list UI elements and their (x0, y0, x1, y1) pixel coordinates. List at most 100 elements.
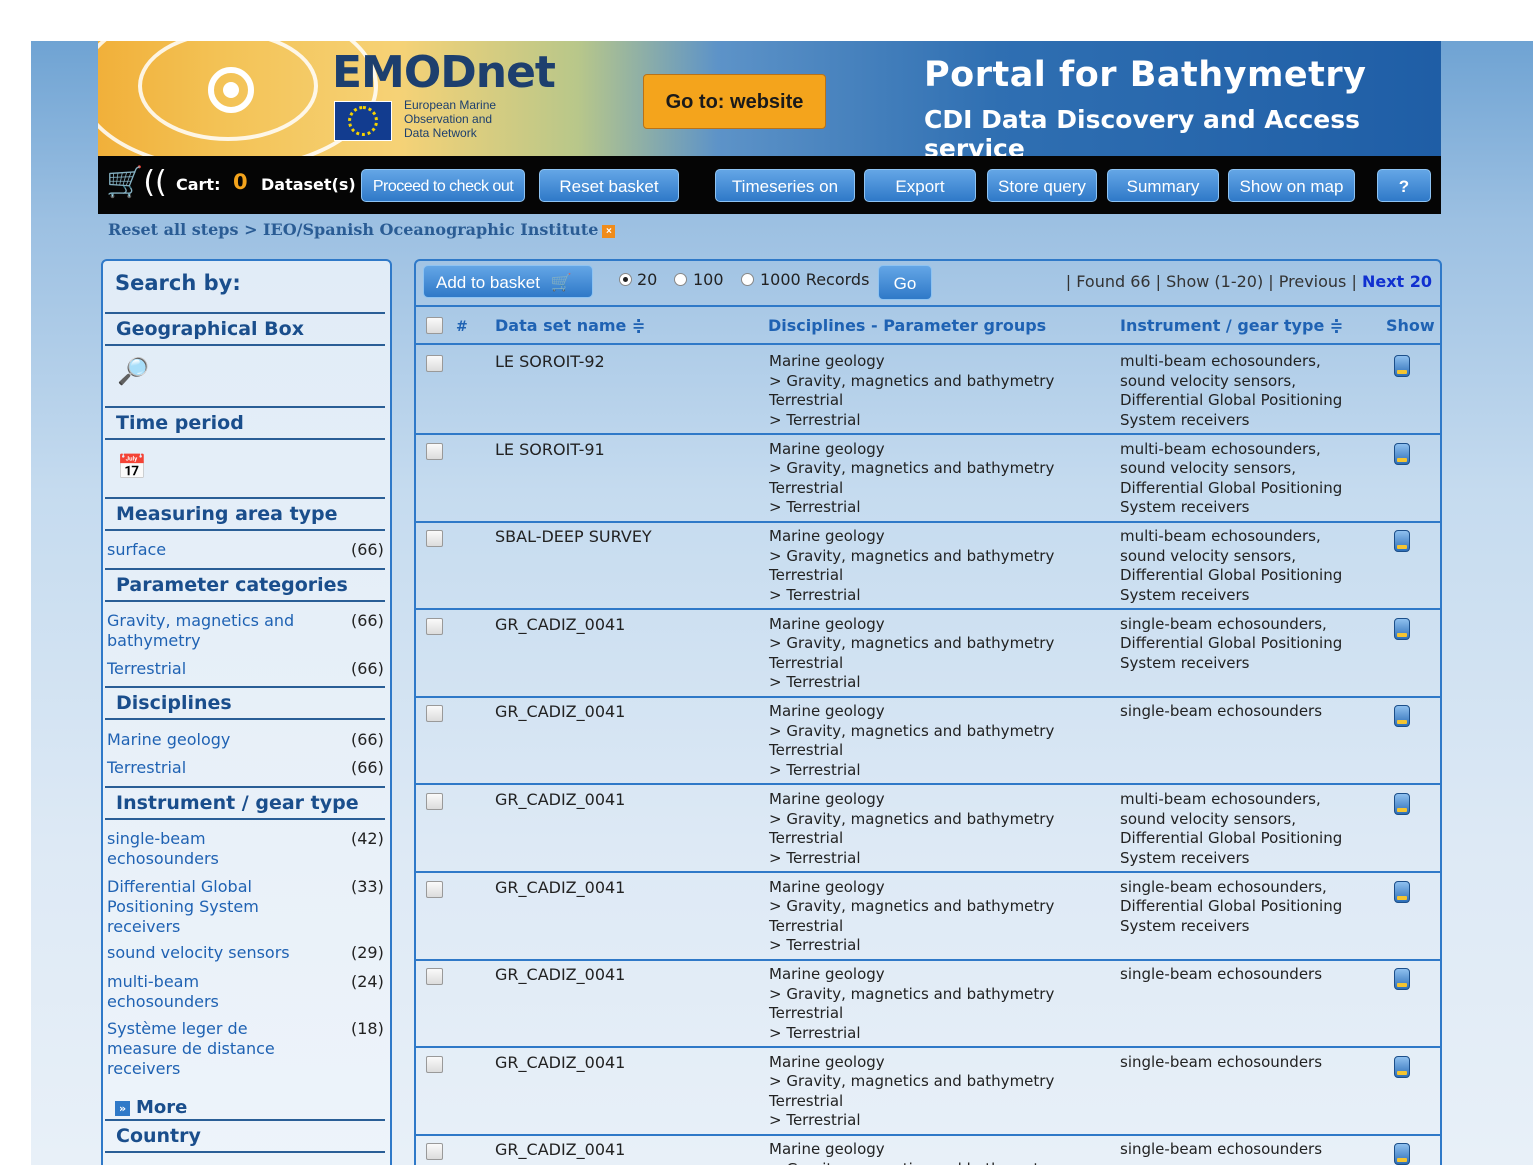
globe-search-icon[interactable]: 🔎 (117, 357, 149, 387)
proceed-checkout-button[interactable]: Proceed to check out (361, 169, 525, 202)
basket-icon: 🛒 (550, 273, 572, 292)
table-row: SBAL-DEEP SURVEY Marine geology > Gravity… (416, 522, 1440, 611)
dataset-instrument: multi-beam echosounders, sound velocity … (1120, 790, 1343, 867)
show-dataset-icon[interactable] (1394, 793, 1410, 815)
filter-count: (18) (351, 1019, 384, 1038)
radio-20[interactable] (619, 273, 632, 286)
filter-count: (24) (351, 972, 384, 991)
show-dataset-icon[interactable] (1394, 1055, 1410, 1078)
filter-item-systeme-leger[interactable]: Système leger de measure de distance rec… (107, 1019, 317, 1079)
go-button[interactable]: Go (878, 265, 932, 300)
filter-item-marine-geology[interactable]: Marine geology (107, 730, 317, 750)
select-all-checkbox[interactable] (426, 317, 443, 334)
filter-count: (42) (351, 829, 384, 848)
page-background: EMODnet European Marine Observation and … (31, 41, 1533, 1165)
table-row: GR_CADIZ_0041 Marine geology > Gravity, m… (416, 610, 1440, 698)
add-basket-label: Add to basket (436, 273, 540, 292)
col-dataset-name[interactable]: Data set name ≑ (495, 316, 645, 335)
filter-item-sound-velocity[interactable]: sound velocity sensors (107, 943, 317, 963)
dataset-name[interactable]: GR_CADIZ_0041 (495, 965, 625, 985)
row-checkbox[interactable] (426, 1055, 443, 1073)
breadcrumb-text[interactable]: Reset all steps > IEO/Spanish Oceanograp… (108, 220, 598, 239)
show-dataset-icon[interactable] (1394, 880, 1410, 903)
radio-1000-label: 1000 Records (760, 270, 870, 289)
filter-item-terrestrial[interactable]: Terrestrial (107, 659, 317, 679)
remove-filter-icon[interactable]: × (602, 225, 616, 238)
dataset-name[interactable]: GR_CADIZ_0041 (495, 790, 625, 810)
breadcrumb[interactable]: Reset all steps > IEO/Spanish Oceanograp… (108, 220, 616, 239)
summary-button[interactable]: Summary (1107, 169, 1219, 202)
time-period-heading[interactable]: Time period (105, 406, 385, 440)
filter-count: (66) (351, 659, 384, 678)
next-page-link[interactable]: Next 20 (1362, 272, 1432, 291)
filter-item-terrestrial[interactable]: Terrestrial (107, 758, 317, 778)
show-dataset-icon[interactable] (1394, 968, 1410, 991)
filter-item-dgps[interactable]: Differential Global Positioning System r… (107, 877, 317, 937)
search-by-title: Search by: (115, 271, 241, 295)
filter-count: (66) (351, 730, 384, 749)
dataset-name[interactable]: GR_CADIZ_0041 (495, 702, 625, 722)
dataset-instrument: single-beam echosounders (1120, 702, 1323, 721)
dataset-disciplines: Marine geology > Gravity, magnetics and … (769, 439, 1055, 517)
show-dataset-icon[interactable] (1394, 1143, 1410, 1165)
filter-item-multi-beam[interactable]: multi-beam echosounders (107, 972, 317, 1012)
search-sidebar: Search by: Geographical Box 🔎 Time perio… (101, 259, 392, 1165)
cart-count: 0 (233, 170, 248, 194)
radio-100-label: 100 (693, 270, 724, 289)
table-row: GR_CADIZ_0041 Marine geology > Gravity, m… (416, 960, 1440, 1049)
row-checkbox[interactable] (426, 880, 443, 898)
dataset-name[interactable]: LE SOROIT-91 (495, 440, 605, 460)
dataset-name[interactable]: GR_CADIZ_0041 (495, 878, 625, 898)
dataset-name[interactable]: SBAL-DEEP SURVEY (495, 527, 652, 547)
row-checkbox[interactable] (426, 1143, 443, 1161)
col-instrument[interactable]: Instrument / gear type ≑ (1120, 316, 1343, 335)
add-to-basket-button[interactable]: Add to basket 🛒 (423, 265, 593, 298)
goto-website-button[interactable]: Go to: website (643, 74, 826, 129)
show-on-map-button[interactable]: Show on map (1228, 169, 1355, 202)
show-dataset-icon[interactable] (1394, 617, 1410, 640)
radio-1000[interactable] (741, 273, 754, 286)
dataset-name[interactable]: GR_CADIZ_0041 (495, 1140, 625, 1160)
disciplines-heading: Disciplines (105, 686, 385, 720)
store-query-button[interactable]: Store query (987, 169, 1097, 202)
calendar-icon[interactable]: 📅 (117, 453, 147, 481)
row-checkbox[interactable] (426, 530, 443, 548)
dataset-name[interactable]: GR_CADIZ_0041 (495, 615, 625, 635)
show-dataset-icon[interactable] (1394, 705, 1410, 728)
radio-100[interactable] (674, 273, 687, 286)
row-checkbox[interactable] (426, 793, 443, 810)
dataset-name[interactable]: LE SOROIT-92 (495, 352, 605, 372)
toolbar: 🛒(( Cart: 0 Dataset(s) Proceed to check … (98, 156, 1441, 214)
help-button[interactable]: ? (1377, 169, 1431, 202)
filter-item-single-beam[interactable]: single-beam echosounders (107, 829, 317, 869)
timeseries-button[interactable]: Timeseries on (715, 169, 855, 202)
row-checkbox[interactable] (426, 968, 443, 986)
filter-count: (66) (351, 540, 384, 559)
show-dataset-icon[interactable] (1394, 442, 1410, 465)
instrument-heading: Instrument / gear type (105, 786, 385, 820)
dataset-instrument: single-beam echosounders (1120, 1052, 1323, 1071)
more-label: More (136, 1097, 188, 1118)
filter-count: (66) (351, 611, 384, 630)
more-button[interactable]: » More (115, 1097, 187, 1118)
export-button[interactable]: Export (864, 169, 976, 202)
filter-item-gravity[interactable]: Gravity, magnetics and bathymetry (107, 611, 317, 651)
dataset-instrument: single-beam echosounders, Differential G… (1120, 877, 1343, 935)
show-dataset-icon[interactable] (1394, 530, 1410, 553)
filter-item-surface[interactable]: surface (107, 540, 317, 560)
row-checkbox[interactable] (426, 442, 443, 460)
paging-found: | Found 66 | Show (1-20) | Previous | (1065, 272, 1357, 291)
show-dataset-icon[interactable] (1394, 355, 1410, 377)
reset-basket-button[interactable]: Reset basket (539, 169, 679, 202)
geo-box-heading[interactable]: Geographical Box (105, 312, 385, 346)
paging-info: | Found 66 | Show (1-20) | Previous | Ne… (1066, 272, 1432, 291)
dataset-disciplines: Marine geology > Gravity, magnetics and … (769, 965, 1055, 1042)
col-show: Show (1386, 316, 1435, 335)
radio-20-label: 20 (637, 270, 658, 289)
param-categories-heading: Parameter categories (105, 568, 385, 602)
row-checkbox[interactable] (426, 705, 443, 723)
table-row: LE SOROIT-91 Marine geology > Gravity, ma… (416, 435, 1440, 523)
row-checkbox[interactable] (426, 617, 443, 635)
dataset-name[interactable]: GR_CADIZ_0041 (495, 1053, 625, 1073)
row-checkbox[interactable] (426, 355, 443, 372)
